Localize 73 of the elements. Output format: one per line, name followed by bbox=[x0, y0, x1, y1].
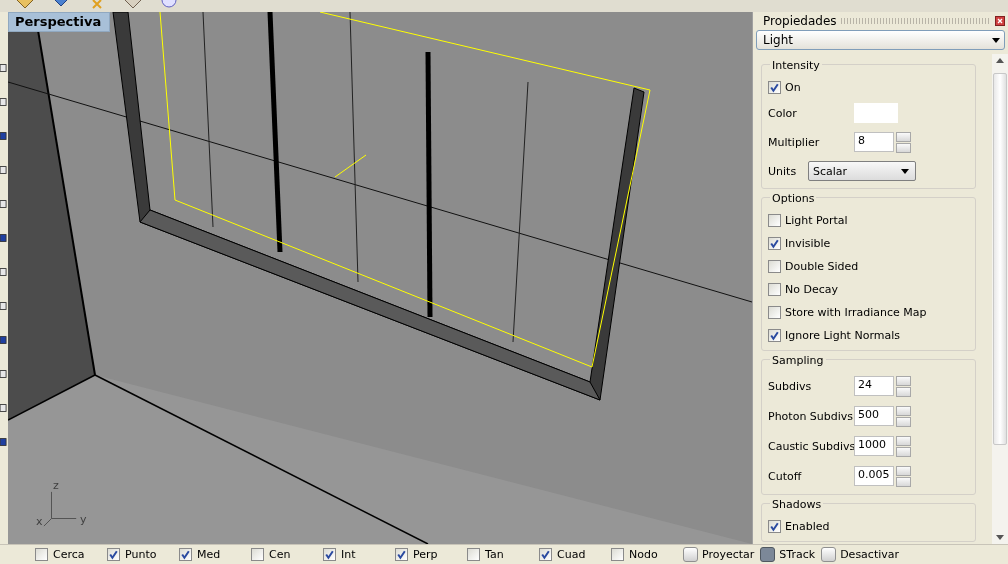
scroll-down-icon[interactable] bbox=[996, 535, 1004, 540]
type-dropdown[interactable]: Light bbox=[756, 30, 1005, 50]
toggle-button[interactable] bbox=[821, 547, 837, 562]
field-label: Units bbox=[768, 164, 798, 178]
group-title: Intensity bbox=[770, 59, 822, 72]
checkbox[interactable] bbox=[395, 548, 408, 561]
toggle-label: STrack bbox=[779, 548, 816, 561]
snap-label: Perp bbox=[413, 548, 438, 561]
number-field[interactable]: 8 bbox=[854, 132, 894, 152]
checkbox[interactable] bbox=[768, 260, 781, 273]
group-title: Shadows bbox=[770, 498, 824, 511]
scroll-up-icon[interactable] bbox=[996, 58, 1004, 63]
axis-label: z bbox=[53, 480, 59, 491]
snap-label: Nodo bbox=[629, 548, 658, 561]
group-title: Options bbox=[770, 192, 817, 205]
checkbox-label: On bbox=[785, 81, 801, 94]
number-field[interactable]: 24 bbox=[854, 376, 894, 396]
toggle-button[interactable] bbox=[683, 547, 698, 562]
number-field[interactable]: 500 bbox=[854, 406, 894, 426]
color-swatch[interactable] bbox=[854, 103, 898, 123]
field-label: Multiplier bbox=[768, 135, 821, 149]
checkbox[interactable] bbox=[35, 548, 48, 561]
number-field[interactable]: 1000 bbox=[854, 436, 894, 456]
snap-label: Tan bbox=[485, 548, 504, 561]
checkbox-label: Ignore Light Normals bbox=[785, 329, 900, 342]
checkbox-label: Invisible bbox=[785, 237, 831, 250]
field-label: Subdivs bbox=[768, 379, 813, 393]
snap-label: Med bbox=[197, 548, 221, 561]
field-label: Color bbox=[768, 106, 798, 120]
group-title: Sampling bbox=[770, 354, 826, 367]
close-icon[interactable] bbox=[995, 16, 1005, 26]
checkbox[interactable] bbox=[768, 306, 781, 319]
checkbox[interactable] bbox=[107, 548, 120, 561]
diamond-icon[interactable] bbox=[122, 0, 144, 10]
diamond-icon[interactable] bbox=[14, 0, 36, 10]
checkbox-label: Enabled bbox=[785, 520, 830, 533]
checkbox[interactable] bbox=[768, 283, 781, 296]
snap-label: Cen bbox=[269, 548, 291, 561]
caret-icon bbox=[992, 37, 1000, 43]
toggle-label: Proyectar bbox=[702, 548, 755, 561]
field-label: Caustic Subdivs bbox=[768, 439, 854, 453]
checkbox[interactable] bbox=[768, 214, 781, 227]
checkbox[interactable] bbox=[768, 329, 781, 342]
snap-label: Punto bbox=[125, 548, 157, 561]
caret-icon bbox=[901, 168, 909, 174]
checkbox[interactable] bbox=[251, 548, 264, 561]
snap-label: Int bbox=[341, 548, 356, 561]
axis-label: x bbox=[36, 516, 43, 527]
checkbox[interactable] bbox=[467, 548, 480, 561]
axis-label: y bbox=[80, 514, 87, 525]
checkbox[interactable] bbox=[539, 548, 552, 561]
toggle-button[interactable] bbox=[760, 547, 776, 562]
checkbox[interactable] bbox=[179, 548, 192, 561]
field-label: Cutoff bbox=[768, 469, 803, 483]
checkbox[interactable] bbox=[768, 81, 781, 94]
checkbox-label: Light Portal bbox=[785, 214, 848, 227]
checkbox-label: No Decay bbox=[785, 283, 838, 296]
checkbox[interactable] bbox=[323, 548, 336, 561]
toggle-label: Desactivar bbox=[840, 548, 900, 561]
number-field[interactable]: 0.005 bbox=[854, 466, 894, 486]
checkbox-label: Double Sided bbox=[785, 260, 859, 273]
checkbox[interactable] bbox=[768, 520, 781, 533]
checkbox[interactable] bbox=[768, 237, 781, 250]
snap-label: Cuad bbox=[557, 548, 586, 561]
units-dropdown[interactable]: Scalar bbox=[808, 161, 916, 181]
panel-title: Propiedades bbox=[763, 14, 837, 28]
checkbox[interactable] bbox=[611, 548, 624, 561]
checkbox-label: Store with Irradiance Map bbox=[785, 306, 927, 319]
viewport-title[interactable]: Perspectiva bbox=[8, 12, 111, 32]
scroll-thumb[interactable] bbox=[993, 73, 1007, 445]
scrollbar[interactable] bbox=[992, 54, 1008, 544]
snap-label: Cerca bbox=[53, 548, 85, 561]
field-label: Photon Subdivs bbox=[768, 409, 854, 423]
